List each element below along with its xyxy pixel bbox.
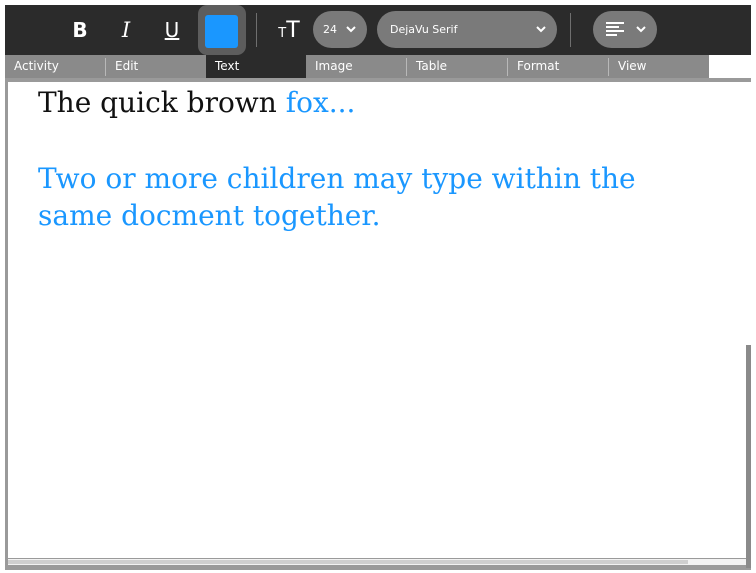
text-toolbar: B I U TT 24 DejaVu Serif [5,5,751,55]
tab-edit[interactable]: Edit [106,55,206,78]
text-color-button[interactable] [198,5,246,55]
text-size-large-glyph: T [286,17,300,43]
text-color-swatch [205,15,238,48]
tab-table[interactable]: Table [407,55,507,78]
tab-activity[interactable]: Activity [5,55,105,78]
tab-text[interactable]: Text [206,55,306,78]
tabbar-filler [709,55,751,78]
text-run-blue: fox... [285,86,356,119]
document-canvas[interactable]: The quick brown fox... Two or more child… [8,82,746,558]
font-family-value: DejaVu Serif [390,23,458,36]
vertical-scrollbar-thumb[interactable] [746,345,751,568]
document-line-1[interactable]: The quick brown fox... [38,86,355,119]
toolbar-separator [256,13,257,47]
chevron-down-icon [636,26,646,33]
tab-view[interactable]: View [609,55,709,78]
vertical-scrollbar[interactable] [746,82,751,568]
text-size-icon[interactable]: TT [271,11,307,49]
chevron-down-icon [346,26,356,33]
toolbar-tabs: Activity Edit Text Image Table Format Vi… [5,55,751,78]
tab-format[interactable]: Format [508,55,608,78]
align-left-icon [606,22,624,36]
font-size-value: 24 [323,23,337,36]
underline-button[interactable]: U [155,11,189,49]
chevron-down-icon [536,26,546,33]
horizontal-scrollbar-thumb[interactable] [8,560,688,564]
font-family-combo[interactable]: DejaVu Serif [377,11,557,48]
bold-button[interactable]: B [63,11,97,49]
italic-button[interactable]: I [109,11,143,49]
alignment-combo[interactable] [593,11,657,48]
write-activity-window: B I U TT 24 DejaVu Serif Activity Edit T… [0,0,756,573]
toolbar-separator [570,13,571,47]
font-size-combo[interactable]: 24 [313,11,367,48]
document-paragraph-2[interactable]: Two or more children may type within the… [38,160,698,234]
horizontal-scrollbar[interactable] [8,559,746,565]
tab-image[interactable]: Image [306,55,406,78]
text-run-black: The quick brown [38,86,286,119]
